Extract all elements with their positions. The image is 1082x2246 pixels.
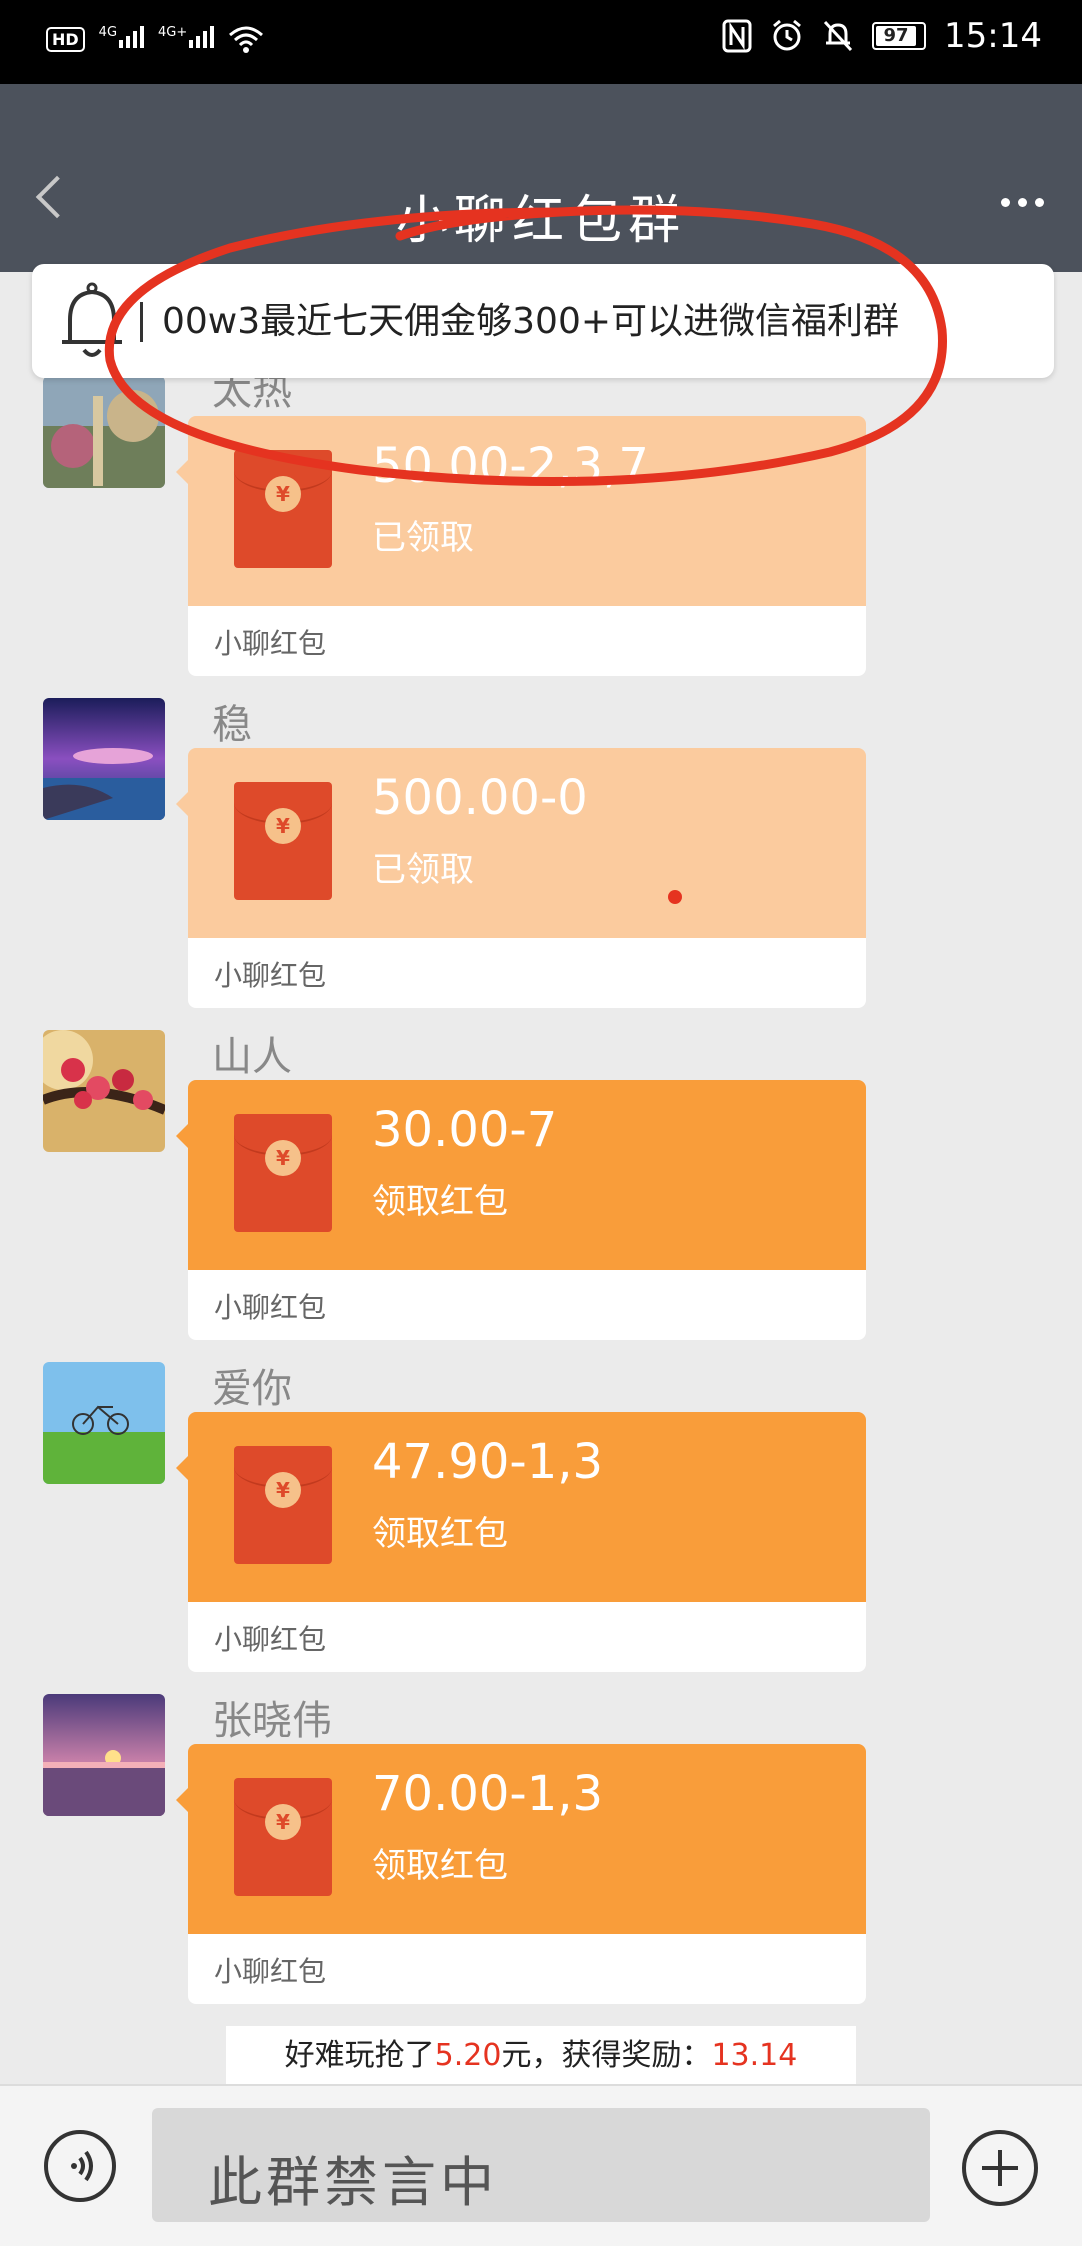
red-envelope-icon: ¥ xyxy=(234,782,332,900)
status-bar: HD 4G 4G+ 97 15:14 xyxy=(0,0,1082,84)
muted-placeholder: 此群禁言中 xyxy=(208,2151,498,2214)
avatar[interactable] xyxy=(43,1030,165,1152)
more-options-icon[interactable] xyxy=(1001,198,1044,207)
message-input[interactable]: 此群禁言中 xyxy=(152,2108,930,2222)
system-message-prefix: 好难玩抢了 xyxy=(284,2038,435,2073)
red-envelope-icon: ¥ xyxy=(234,1114,332,1232)
wifi-icon xyxy=(229,26,264,53)
packet-amount: 500.00-0 xyxy=(372,770,588,826)
avatar[interactable] xyxy=(43,1362,165,1484)
red-envelope-icon: ¥ xyxy=(234,1446,332,1564)
packet-label: 小聊红包 xyxy=(214,627,327,660)
packet-amount: 47.90-1,3 xyxy=(372,1434,604,1490)
packet-amount: 30.00-7 xyxy=(372,1102,558,1158)
reward-amount: 13.14 xyxy=(711,2038,798,2073)
packet-status: 领取红包 xyxy=(372,1846,508,1886)
bell-icon xyxy=(62,282,122,357)
chat-title: 小聊红包群 xyxy=(395,191,686,251)
mute-bell-icon xyxy=(823,20,853,52)
avatar[interactable] xyxy=(43,698,165,820)
grabbed-amount: 5.20 xyxy=(434,2038,502,2073)
input-bar: 此群禁言中 xyxy=(0,2084,1082,2246)
red-packet-bubble[interactable]: ¥ 70.00-1,3 领取红包 小聊红包 xyxy=(176,1744,866,2004)
red-packet-bubble[interactable]: ¥ 30.00-7 领取红包 小聊红包 xyxy=(176,1080,866,1340)
avatar[interactable] xyxy=(43,376,165,488)
clock: 15:14 xyxy=(944,16,1042,56)
plus-icon[interactable] xyxy=(962,2130,1038,2206)
announcement-text: 00w3最近七天佣金够300+可以进微信福利群 xyxy=(162,301,900,342)
packet-label: 小聊红包 xyxy=(214,1623,327,1656)
avatar[interactable] xyxy=(43,1694,165,1816)
packet-status: 领取红包 xyxy=(372,1514,508,1554)
red-envelope-icon: ¥ xyxy=(234,1778,332,1896)
sender-name: 爱你 xyxy=(212,1366,292,1412)
packet-status: 已领取 xyxy=(372,518,474,558)
red-envelope-icon: ¥ xyxy=(234,450,332,568)
sender-name: 张晓伟 xyxy=(212,1698,332,1744)
announcement-banner[interactable]: 00w3最近七天佣金够300+可以进微信福利群 xyxy=(32,264,1054,378)
packet-label: 小聊红包 xyxy=(214,959,327,992)
red-packet-bubble[interactable]: ¥ 47.90-1,3 领取红包 小聊红包 xyxy=(176,1412,866,1672)
packet-label: 小聊红包 xyxy=(214,1955,327,1988)
signal-sim2-icon: 4G+ xyxy=(158,24,215,54)
voice-input-icon[interactable] xyxy=(44,2130,116,2202)
battery-icon: 97 xyxy=(872,22,927,50)
packet-amount: 70.00-1,3 xyxy=(372,1766,604,1822)
banner-divider xyxy=(140,302,143,342)
packet-status: 已领取 xyxy=(372,850,474,890)
packet-amount: 50.00-2,3,7 xyxy=(372,438,649,494)
nfc-icon xyxy=(722,19,752,53)
system-message-middle: 元，获得奖励： xyxy=(501,2038,712,2073)
signal-sim1-icon: 4G xyxy=(99,24,145,54)
red-packet-bubble[interactable]: ¥ 50.00-2,3,7 已领取 小聊红包 xyxy=(176,416,866,676)
packet-status: 领取红包 xyxy=(372,1182,508,1222)
annotation-dot xyxy=(668,890,682,904)
packet-label: 小聊红包 xyxy=(214,1291,327,1324)
hd-indicator: HD xyxy=(46,26,85,52)
alarm-icon xyxy=(773,19,801,51)
sender-name: 山人 xyxy=(212,1034,292,1080)
system-message: 好难玩抢了5.20元，获得奖励：13.14 xyxy=(226,2026,856,2086)
sender-name: 稳 xyxy=(212,702,252,748)
red-packet-bubble[interactable]: ¥ 500.00-0 已领取 小聊红包 xyxy=(176,748,866,1008)
chat-header: 小聊红包群 xyxy=(0,84,1082,272)
